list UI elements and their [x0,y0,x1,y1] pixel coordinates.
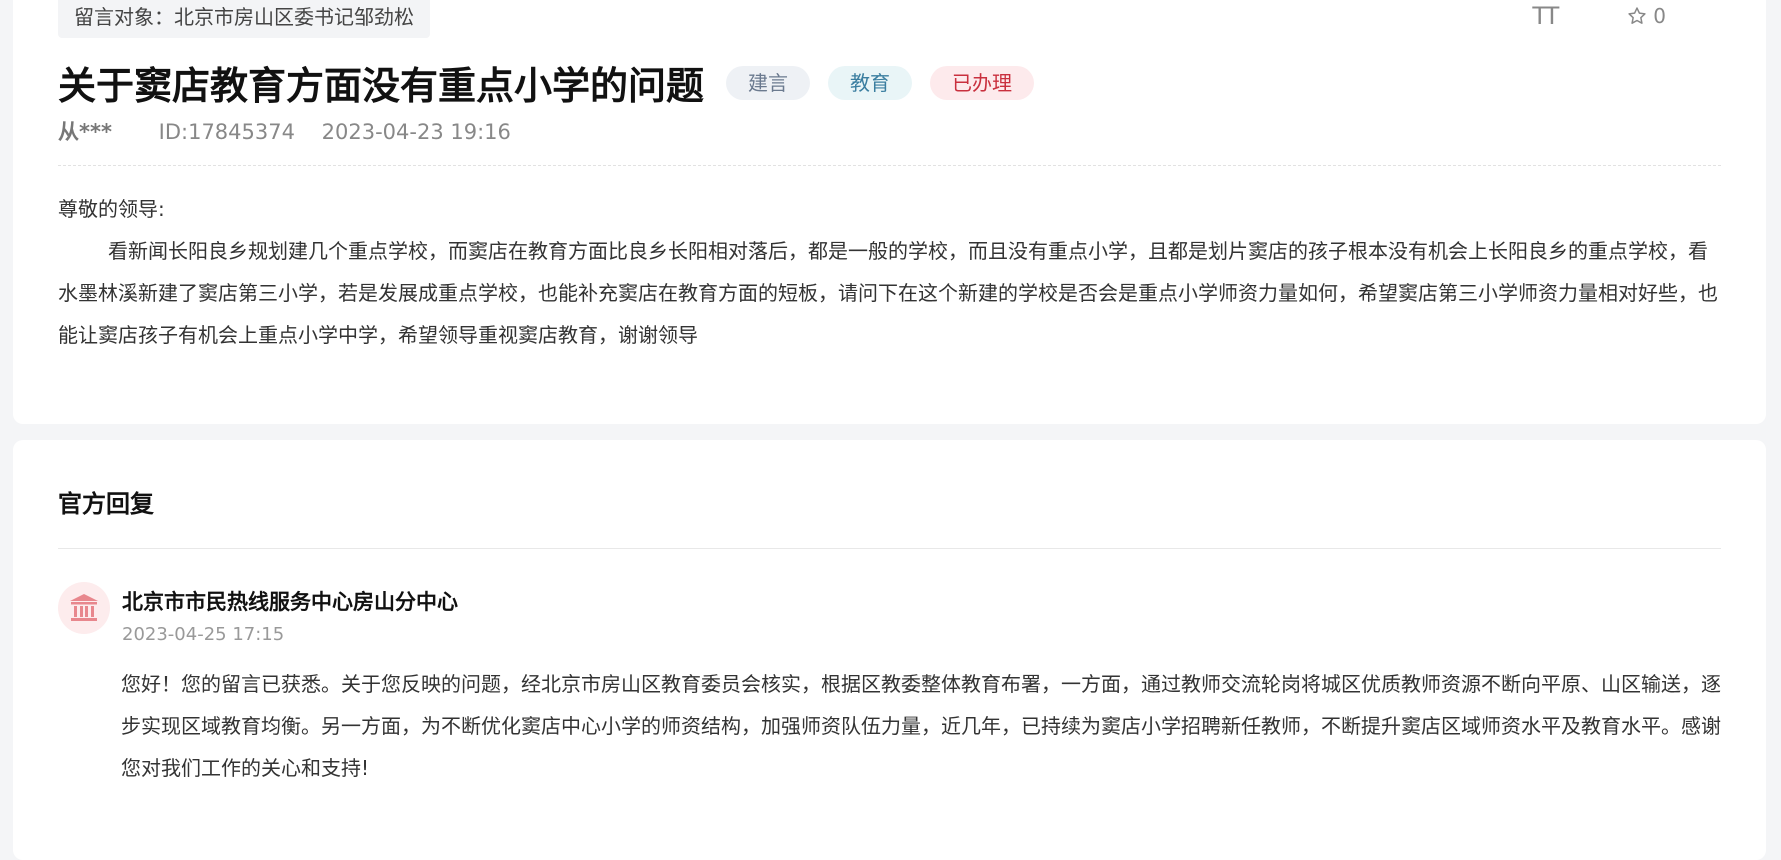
font-size-icon[interactable]: TT [1532,2,1559,30]
message-content: 尊敬的领导: 看新闻长阳良乡规划建几个重点学校，而窦店在教育方面比良乡长阳相对落… [58,188,1721,356]
tag-suggestion: 建言 [726,65,811,100]
divider [58,165,1721,166]
department-name: 北京市市民热线服务中心房山分中心 [122,590,458,614]
favorite-count: 0 [1653,4,1666,28]
department-header: 北京市市民热线服务中心房山分中心 2023-04-25 17:15 [58,582,458,645]
tag-education: 教育 [828,65,913,100]
author-name: 从*** [58,120,112,144]
status-badge: 已办理 [930,65,1035,100]
official-reply-card: 官方回复 北京市市民热线服务中心房山分中心 2023-04-25 17:15 您… [13,440,1766,860]
section-title: 官方回复 [58,490,154,518]
message-meta: 从*** ID:17845374 2023-04-23 19:16 [58,116,511,146]
reply-datetime: 2023-04-25 17:15 [122,624,285,645]
title-row: 关于窦店教育方面没有重点小学的问题 建言 教育 已办理 [58,55,1052,110]
star-icon [1628,7,1646,24]
message-body: 看新闻长阳良乡规划建几个重点学校，而窦店在教育方面比良乡长阳相对落后，都是一般的… [58,239,1718,347]
favorite-button[interactable]: 0 [1627,4,1666,28]
government-building-icon [70,594,98,621]
reply-content: 您好！您的留言已获悉。关于您反映的问题，经北京市房山区教育委员会核实，根据区教委… [121,672,1721,780]
avatar [58,582,110,634]
message-datetime: 2023-04-23 19:16 [321,120,511,144]
divider [58,548,1721,549]
message-target: 留言对象：北京市房山区委书记邹劲松 [58,0,430,38]
message-title: 关于窦店教育方面没有重点小学的问题 [58,64,705,108]
message-id: ID:17845374 [158,120,295,144]
message-card: 留言对象：北京市房山区委书记邹劲松 TT 0 关于窦店教育方面没有重点小学的问题… [13,0,1766,424]
toolbar: TT 0 [1532,2,1666,30]
salutation: 尊敬的领导: [58,197,165,221]
